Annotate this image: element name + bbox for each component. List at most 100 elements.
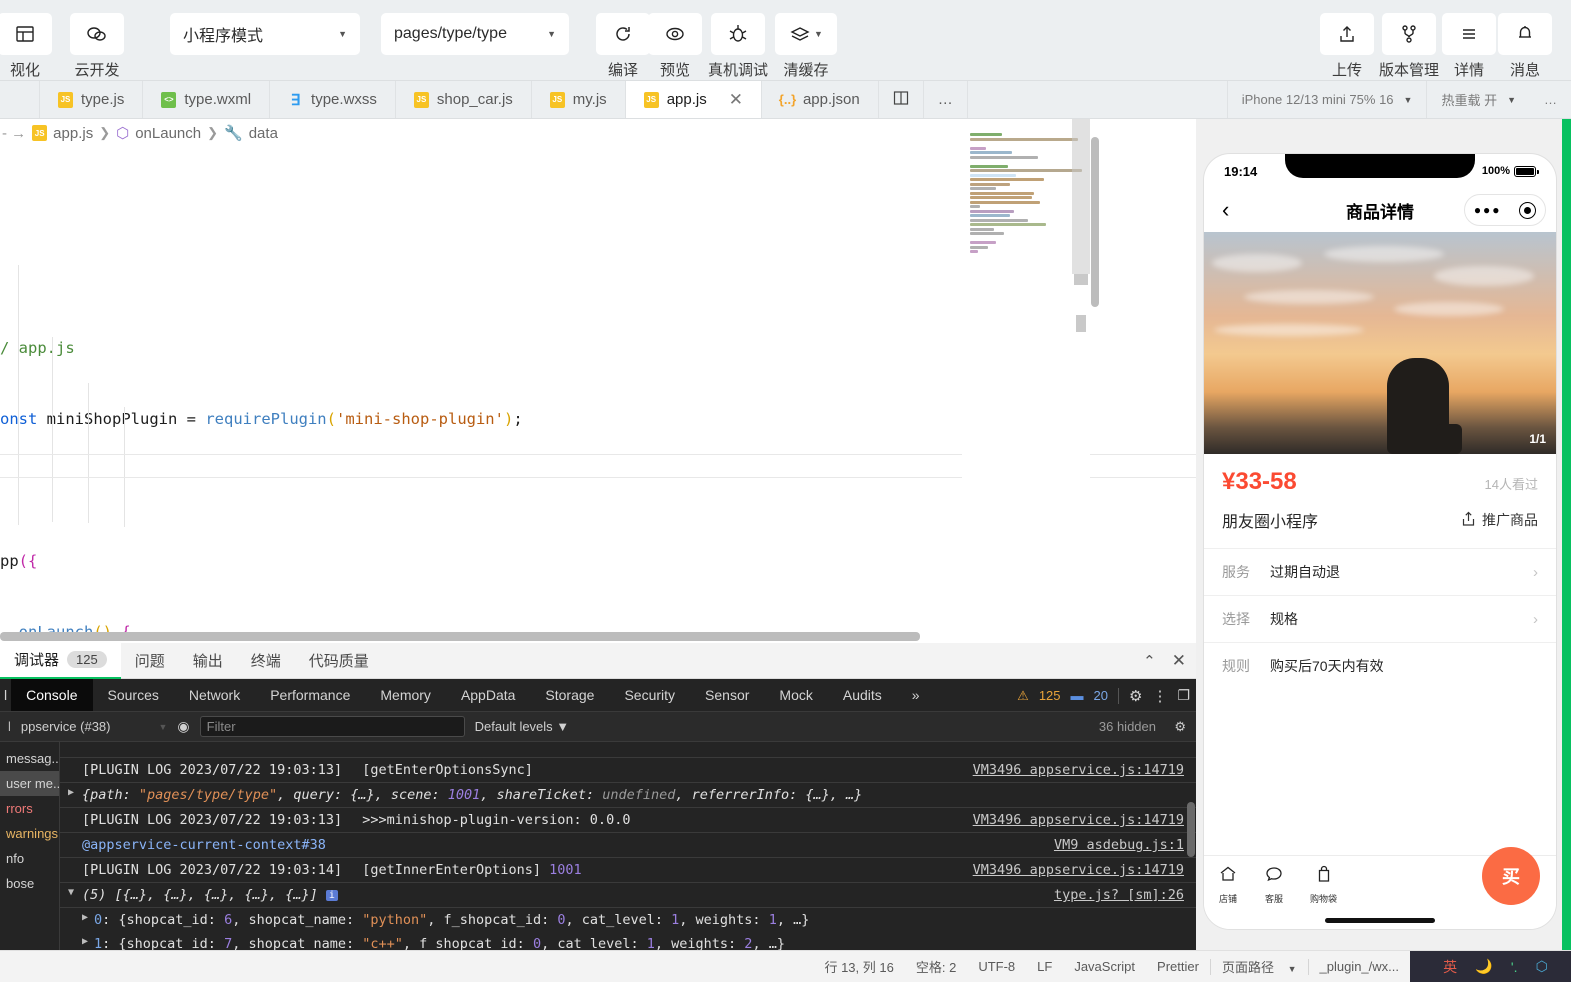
scrollbar-thumb[interactable]: [1091, 137, 1099, 307]
log-source-link[interactable]: type.js? [sm]:26: [1054, 887, 1184, 903]
toolbar-item-clearcache[interactable]: ▼ 清缓存: [775, 13, 837, 80]
scrollbar-thumb[interactable]: [1187, 802, 1195, 857]
console-log-list[interactable]: [PLUGIN LOG 2023/07/22 19:03:13] [getEnt…: [60, 742, 1196, 982]
toolbar-item-compile[interactable]: 编译: [596, 13, 650, 80]
log-source-link[interactable]: VM3496 appservice.js:14719: [973, 812, 1184, 828]
info-row-rule[interactable]: 规则 购买后70天内有效: [1204, 642, 1556, 689]
console-log-row[interactable]: [60, 742, 1196, 758]
breadcrumb-symbol[interactable]: onLaunch: [135, 125, 201, 142]
devtools-tab-mock[interactable]: Mock: [764, 679, 827, 711]
simulator-more-button[interactable]: …: [1530, 81, 1571, 118]
toolbar-item-upload[interactable]: 上传: [1317, 13, 1377, 80]
expand-arrow-icon[interactable]: ▶: [82, 936, 88, 947]
mode-select[interactable]: 小程序模式 ▼: [170, 13, 360, 55]
console-log-row[interactable]: [PLUGIN LOG 2023/07/22 19:03:14] [getInn…: [60, 858, 1196, 883]
console-log-row[interactable]: ▶ {path: "pages/type/type", query: {…}, …: [60, 783, 1196, 808]
console-context-select[interactable]: ppservice (#38) ▼: [21, 719, 168, 734]
split-editor-button[interactable]: [879, 81, 924, 118]
status-encoding[interactable]: UTF-8: [967, 959, 1026, 974]
collapse-arrow-icon[interactable]: ▼: [68, 887, 74, 898]
close-target-icon[interactable]: [1519, 201, 1537, 219]
debugger-tab-debugger[interactable]: 调试器 125: [0, 642, 121, 679]
wechat-capsule[interactable]: ●●●: [1464, 194, 1546, 226]
product-image[interactable]: 1/1: [1204, 232, 1556, 454]
sidebar-item-info[interactable]: nfo: [0, 846, 59, 871]
gear-icon[interactable]: ⚙: [1174, 719, 1186, 735]
moon-icon[interactable]: 🌙: [1475, 958, 1492, 975]
toolbar-item-details[interactable]: 详情: [1441, 13, 1497, 80]
tabstrip-more-button[interactable]: …: [924, 81, 968, 118]
devtools-tab-console[interactable]: Console: [11, 679, 93, 711]
devtools-tab-network[interactable]: Network: [174, 679, 255, 711]
console-log-row[interactable]: ▼ (5) [{…}, {…}, {…}, {…}, {…}] i type.j…: [60, 883, 1196, 908]
layers-icon[interactable]: ▼: [775, 13, 837, 55]
console-log-row[interactable]: ▶ 0: {shopcat_id: 6, shopcat_name: "pyth…: [60, 908, 1196, 932]
bug-icon[interactable]: [711, 13, 765, 55]
tab-type-wxml[interactable]: <> type.wxml: [143, 81, 271, 118]
debugger-tab-codequality[interactable]: 代码质量: [295, 643, 383, 679]
log-message[interactable]: @appservice-current-context#38: [82, 837, 326, 853]
devtools-tab-storage[interactable]: Storage: [530, 679, 609, 711]
layout-icon[interactable]: [0, 13, 52, 55]
console-level-sidebar[interactable]: messag... user me... rrors warnings nfo …: [0, 742, 60, 982]
phone-frame[interactable]: 19:14 100% ‹ 商品详情 ●●● 1/1 ¥33-58 14人看过 朋…: [1204, 154, 1556, 929]
sidebar-item-errors[interactable]: rrors: [0, 796, 59, 821]
refresh-icon[interactable]: [596, 13, 650, 55]
status-indentation[interactable]: 空格: 2: [905, 957, 967, 976]
hot-reload-select[interactable]: 热重载 开 ▼: [1426, 81, 1530, 118]
toolbar-item-realdevice[interactable]: 真机调试: [701, 13, 775, 80]
info-count[interactable]: 20: [1094, 688, 1108, 703]
kebab-menu-icon[interactable]: ⋮: [1152, 687, 1167, 705]
minimap-thumb[interactable]: [1076, 315, 1086, 332]
tab-my-js[interactable]: JS my.js: [532, 81, 626, 118]
cloud-icon[interactable]: [70, 13, 124, 55]
devtools-tab-sources[interactable]: Sources: [93, 679, 174, 711]
status-plugin-path[interactable]: _plugin_/wx...: [1309, 959, 1411, 974]
tray-icon[interactable]: '.: [1511, 959, 1518, 975]
debugger-tab-problems[interactable]: 问题: [121, 643, 179, 679]
promote-button[interactable]: 推广商品: [1461, 510, 1538, 530]
status-cursor-position[interactable]: 行 13, 列 16: [813, 957, 904, 976]
devtools-tab-sensor[interactable]: Sensor: [690, 679, 764, 711]
tabbar-item-service[interactable]: 客服: [1264, 864, 1284, 905]
minimap-slider[interactable]: [1072, 119, 1090, 274]
devtools-tab-performance[interactable]: Performance: [255, 679, 365, 711]
collapse-panel-icon[interactable]: ⌃: [1143, 652, 1156, 670]
console-log-row[interactable]: @appservice-current-context#38 VM9 asdeb…: [60, 833, 1196, 858]
toolbar-item-messages[interactable]: 消息: [1497, 13, 1553, 80]
info-row-service[interactable]: 服务 过期自动退 ›: [1204, 548, 1556, 595]
breadcrumb-file[interactable]: app.js: [53, 125, 93, 142]
branch-icon[interactable]: [1382, 13, 1436, 55]
console-scrollbar[interactable]: [1186, 742, 1196, 982]
status-language[interactable]: JavaScript: [1063, 959, 1146, 974]
tab-shop-car-js[interactable]: JS shop_car.js: [396, 81, 532, 118]
editor-vertical-scrollbar[interactable]: [1090, 119, 1100, 643]
tab-app-json[interactable]: {..} app.json: [762, 81, 879, 118]
console-log-row[interactable]: [PLUGIN LOG 2023/07/22 19:03:13] >>>mini…: [60, 808, 1196, 833]
log-source-link[interactable]: VM3496 appservice.js:14719: [973, 762, 1184, 778]
log-source-link[interactable]: VM9 asdebug.js:1: [1054, 837, 1184, 853]
gear-icon[interactable]: ⚙: [1129, 687, 1142, 705]
devtools-tabs-overflow[interactable]: »: [897, 679, 935, 711]
live-expression-icon[interactable]: ◉: [177, 718, 189, 735]
devtools-tab-security[interactable]: Security: [609, 679, 690, 711]
toolbar-item-version[interactable]: 版本管理: [1377, 13, 1441, 80]
breadcrumb-collapse-icon[interactable]: - →: [2, 125, 26, 142]
dock-icon[interactable]: ❐: [1177, 687, 1190, 704]
code-editor[interactable]: - → JS app.js ❯ ⬡ onLaunch ❯ 🔧 data / ap…: [0, 119, 1196, 643]
toolbar-item-cloud[interactable]: 云开发: [58, 13, 136, 80]
menu-icon[interactable]: [1442, 13, 1496, 55]
sidebar-item-messages[interactable]: messag...: [0, 746, 59, 771]
devtools-tab-elements[interactable]: l: [0, 679, 11, 711]
devtools-tab-memory[interactable]: Memory: [365, 679, 446, 711]
status-eol[interactable]: LF: [1026, 959, 1063, 974]
tabbar-item-cart[interactable]: 购物袋: [1310, 864, 1337, 905]
close-icon[interactable]: ✕: [729, 90, 743, 110]
toolbar-item-visual[interactable]: 视化: [0, 13, 58, 80]
tab-type-wxss[interactable]: ∃ type.wxss: [270, 81, 396, 118]
info-row-spec[interactable]: 选择 规格 ›: [1204, 595, 1556, 642]
bell-icon[interactable]: [1498, 13, 1552, 55]
tab-type-js[interactable]: JS type.js: [40, 81, 144, 118]
expand-arrow-icon[interactable]: ▶: [68, 787, 74, 798]
editor-minimap[interactable]: [962, 119, 1090, 643]
